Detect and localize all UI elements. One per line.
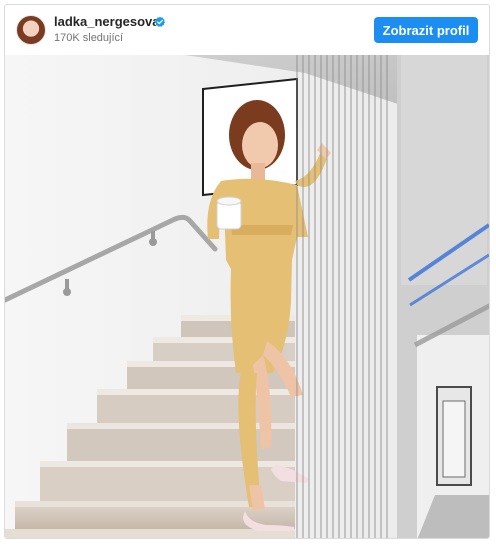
verified-badge-icon xyxy=(155,16,165,27)
post-photo[interactable] xyxy=(5,55,489,538)
post-header: ladka_nergesova 170K sledující Zobrazit … xyxy=(5,5,489,55)
photo-scene xyxy=(5,55,489,538)
username[interactable]: ladka_nergesova xyxy=(54,14,160,29)
post-card: ladka_nergesova 170K sledující Zobrazit … xyxy=(4,4,490,539)
avatar[interactable] xyxy=(16,15,46,45)
followers-count: 170K sledující xyxy=(54,32,124,44)
view-profile-button[interactable]: Zobrazit profil xyxy=(374,17,478,43)
